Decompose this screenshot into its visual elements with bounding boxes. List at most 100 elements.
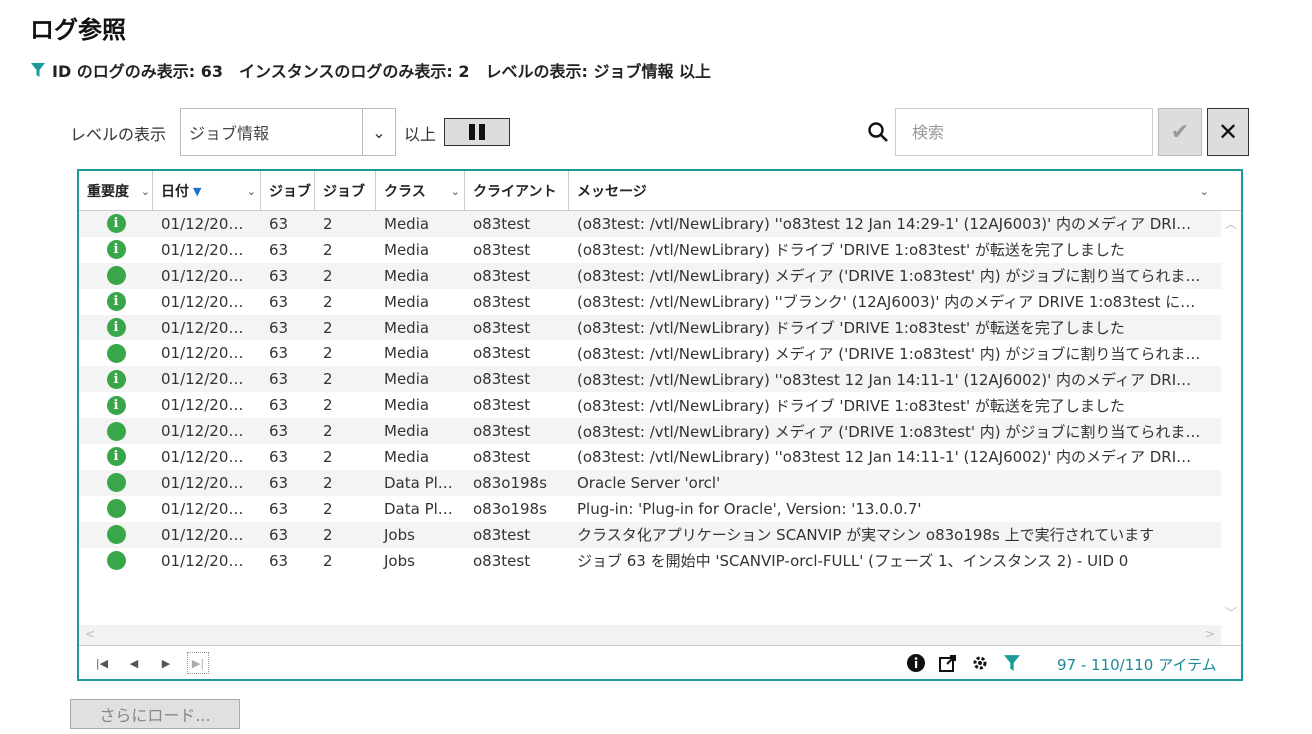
prev-page-icon[interactable]: ◀: [123, 652, 145, 674]
severity-info-icon: i: [106, 214, 126, 234]
class-cell: Media: [384, 292, 430, 311]
table-row[interactable]: i 01/12/20… 63 2 Media o83test (o83test: /vtl/…: [79, 289, 1221, 315]
table-row[interactable]: 01/12/20… 63 2 Media o83test (o83test: /vtl/N…: [79, 340, 1221, 366]
job-cell: 63: [269, 473, 289, 492]
severity-cell: i: [79, 447, 153, 467]
scroll-left-icon[interactable]: <: [85, 627, 95, 641]
severity-cell: [79, 421, 153, 441]
job-instance-cell: 2: [323, 551, 333, 570]
date-cell: 01/12/20…: [161, 344, 244, 363]
job-instance-cell: 2: [323, 370, 333, 389]
message-cell: (o83test: /vtl/NewLibrary) ドライブ 'DRIVE 1…: [577, 319, 1125, 337]
severity-cell: i: [79, 395, 153, 415]
table-row[interactable]: i 01/12/20… 63 2 Media o83test (o83test: /vtl/…: [79, 444, 1221, 470]
job-cell: 63: [269, 422, 289, 441]
severity-info-icon: i: [106, 318, 126, 337]
first-page-icon[interactable]: |◀: [91, 652, 113, 674]
severity-ok-icon: [106, 343, 126, 363]
table-row[interactable]: 01/12/20… 63 2 Data Pl… o83o198s Plug-in: 'Pl…: [79, 496, 1221, 522]
horizontal-scrollbar[interactable]: < >: [79, 625, 1221, 645]
table-row[interactable]: 01/12/20… 63 2 Media o83test (o83test: /vtl/N…: [79, 418, 1221, 445]
col-header-message[interactable]: メッセージ ⌄: [569, 171, 1219, 211]
pause-button[interactable]: [444, 118, 510, 146]
scroll-right-icon[interactable]: >: [1205, 627, 1215, 641]
table-row[interactable]: i 01/12/20… 63 2 Media o83test (o83test: /vtl/…: [79, 211, 1221, 237]
col-header-date[interactable]: 日付 ▼ ⌄: [153, 171, 261, 211]
table-row[interactable]: i 01/12/20… 63 2 Media o83test (o83test: /vtl/…: [79, 237, 1221, 263]
filter-icon: [31, 63, 45, 77]
vertical-scrollbar[interactable]: ︿ ﹀: [1221, 211, 1241, 625]
severity-info-icon: i: [106, 447, 126, 467]
search-icon: [868, 122, 888, 142]
filter-icon[interactable]: [1001, 652, 1023, 674]
col-header-job-instance[interactable]: ジョブ: [315, 171, 376, 211]
table-row[interactable]: 01/12/20… 63 2 Jobs o83test ジョブ 63 を開始中 'SCAN…: [79, 548, 1221, 574]
job-instance-cell: 2: [323, 344, 333, 363]
grid-body: i 01/12/20… 63 2 Media o83test (o83test: /vtl/…: [79, 211, 1221, 625]
col-header-class[interactable]: クラス ⌄: [376, 171, 465, 211]
severity-ok-icon: [106, 551, 126, 571]
col-header-job[interactable]: ジョブ: [261, 171, 315, 211]
severity-info-icon: i: [106, 292, 126, 312]
client-cell: o83o198s: [473, 499, 547, 518]
table-row[interactable]: i 01/12/20… 63 2 Media o83test (o83test: /vtl/…: [79, 366, 1221, 393]
table-row[interactable]: 01/12/20… 63 2 Jobs o83test クラスタ化アプリケーション SCA…: [79, 521, 1221, 548]
severity-cell: i: [79, 240, 153, 260]
job-cell: 63: [269, 266, 289, 285]
severity-info-icon: i: [106, 395, 126, 415]
export-icon[interactable]: [937, 652, 959, 674]
severity-info-icon: i: [106, 369, 126, 389]
client-cell: o83o198s: [473, 473, 547, 492]
severity-cell: [79, 525, 153, 545]
scroll-down-icon[interactable]: ﹀: [1225, 604, 1237, 621]
job-instance-cell: 2: [323, 266, 333, 285]
message-cell: Plug-in: 'Plug-in for Oracle', Version: …: [577, 499, 922, 518]
apply-search-button[interactable]: ✔: [1158, 108, 1202, 156]
table-row[interactable]: i 01/12/20… 63 2 Media o83test (o83test: /vtl/…: [79, 314, 1221, 341]
client-cell: o83test: [473, 266, 531, 285]
clear-search-button[interactable]: ✕: [1207, 108, 1249, 156]
severity-cell: [79, 551, 153, 571]
client-cell: o83test: [473, 396, 531, 415]
col-header-client[interactable]: クライアント: [465, 171, 569, 211]
filter-summary: ID のログのみ表示: 63 インスタンスのログのみ表示: 2 レベルの表示: …: [30, 58, 711, 82]
log-grid: 重要度 ⌄ 日付 ▼ ⌄ ジョブ ジョブ クラス ⌄ クライアント メッセージ ⌄ i 01…: [77, 169, 1243, 681]
date-cell: 01/12/20…: [161, 473, 244, 492]
pause-icon: [469, 124, 475, 140]
severity-ok-icon: [106, 525, 126, 545]
client-cell: o83test: [473, 240, 531, 259]
client-cell: o83test: [473, 525, 531, 544]
severity-cell: [79, 499, 153, 519]
date-cell: 01/12/20…: [161, 214, 244, 233]
scroll-up-icon[interactable]: ︿: [1225, 215, 1237, 232]
message-cell: ジョブ 63 を開始中 'SCANVIP-orcl-FULL' (フェーズ 1、…: [577, 552, 1129, 571]
table-row[interactable]: 01/12/20… 63 2 Data Pl… o83o198s Oracle Serve…: [79, 469, 1221, 496]
table-row[interactable]: 01/12/20… 63 2 Media o83test (o83test: /vtl/N…: [79, 262, 1221, 289]
table-row[interactable]: i 01/12/20… 63 2 Media o83test (o83test: /vtl/…: [79, 392, 1221, 418]
date-cell: 01/12/20…: [161, 499, 244, 518]
load-more-button[interactable]: さらにロード...: [70, 699, 240, 729]
settings-icon[interactable]: [969, 652, 991, 674]
info-icon[interactable]: [905, 652, 927, 674]
job-cell: 63: [269, 344, 289, 363]
footer-actions: [905, 652, 1023, 674]
client-cell: o83test: [473, 344, 531, 363]
severity-cell: i: [79, 318, 153, 337]
message-cell: (o83test: /vtl/NewLibrary) ''o83test 12 …: [577, 370, 1192, 389]
search-input[interactable]: [895, 108, 1153, 156]
sort-desc-icon: ▼: [193, 184, 202, 198]
date-cell: 01/12/20…: [161, 396, 244, 415]
date-cell: 01/12/20…: [161, 525, 244, 544]
last-page-icon[interactable]: ▶|: [187, 652, 209, 674]
col-header-severity[interactable]: 重要度 ⌄: [79, 171, 153, 211]
level-select[interactable]: ジョブ情報 ⌄: [180, 108, 396, 156]
class-cell: Media: [384, 240, 430, 259]
message-cell: Oracle Server 'orcl': [577, 473, 721, 492]
client-cell: o83test: [473, 370, 531, 389]
job-cell: 63: [269, 551, 289, 570]
class-cell: Media: [384, 447, 430, 466]
next-page-icon[interactable]: ▶: [155, 652, 177, 674]
class-cell: Jobs: [384, 525, 415, 544]
class-cell: Media: [384, 214, 430, 233]
chevron-down-icon: ⌄: [372, 122, 386, 142]
